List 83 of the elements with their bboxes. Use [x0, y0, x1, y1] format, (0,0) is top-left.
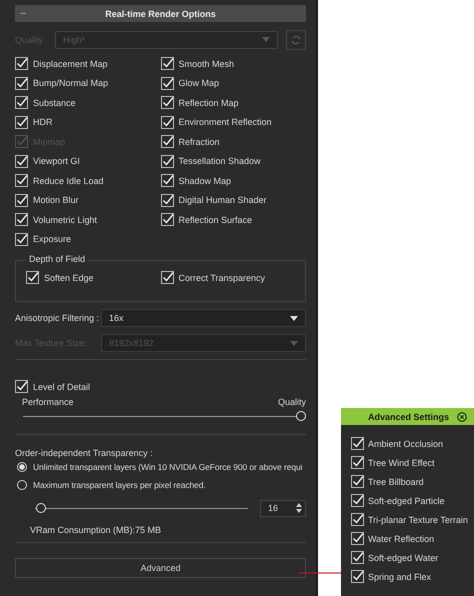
checkbox[interactable] — [15, 76, 28, 90]
checkbox[interactable] — [160, 271, 174, 284]
checkbox[interactable] — [351, 475, 364, 488]
slider-thumb[interactable] — [296, 410, 306, 420]
section-title: Real-time Render Options — [105, 8, 217, 18]
checkbox[interactable] — [26, 271, 39, 284]
slider-thumb[interactable] — [36, 502, 46, 512]
option-label: Substance — [33, 98, 76, 108]
option-label: Tree Billboard — [368, 476, 424, 486]
checkbox[interactable] — [15, 232, 28, 246]
checkbox[interactable] — [15, 380, 28, 394]
option-label: Spring and Flex — [368, 572, 432, 582]
close-icon[interactable] — [457, 412, 467, 422]
option-label: Bump/Normal Map — [33, 78, 108, 88]
slider-min-label: Performance — [22, 396, 74, 406]
checkbox[interactable] — [351, 456, 364, 469]
option-label: Refraction — [178, 136, 220, 147]
option-label: Water Reflection — [368, 534, 434, 544]
option-label: Glow Map — [178, 78, 220, 88]
option-label: Reduce Idle Load — [33, 176, 104, 186]
option-label: Tri-planar Texture Terrain — [368, 514, 468, 524]
option-label: Shadow Map — [178, 176, 232, 186]
option-label: Reflection Surface — [178, 214, 252, 225]
collapse-icon[interactable]: − — [20, 8, 30, 20]
checkbox[interactable] — [160, 76, 174, 90]
option-label: Ambient Occlusion — [368, 438, 444, 448]
checkbox[interactable] — [160, 174, 174, 188]
caret-icon — [290, 316, 298, 320]
reset-icon — [290, 34, 302, 46]
checkbox[interactable] — [15, 57, 28, 70]
radio-button[interactable] — [17, 480, 27, 490]
checkbox[interactable] — [351, 437, 364, 450]
option-label: Viewport GI — [33, 156, 80, 166]
option-label: Level of Detail — [33, 382, 90, 392]
checkbox[interactable] — [160, 194, 174, 207]
option-label: Volumetric Light — [33, 214, 98, 225]
layers-spinbox[interactable]: 16 — [260, 500, 306, 516]
option-label: Soft-edged Particle — [368, 496, 445, 506]
checkbox[interactable] — [160, 116, 174, 129]
option-label: Unlimited transparent layers (Win 10 NVIDIA GeForce 900 or above requi — [33, 462, 302, 472]
option-label: Exposure — [33, 234, 72, 244]
advanced-button[interactable]: Advanced — [15, 558, 306, 578]
checkbox[interactable] — [15, 194, 28, 207]
checkbox[interactable] — [160, 135, 174, 148]
caret-icon — [290, 340, 298, 346]
checkbox[interactable] — [160, 96, 174, 110]
caret-icon — [262, 37, 270, 42]
option-label: Correct Transparency — [178, 272, 266, 283]
anisotropic-filtering-dropdown[interactable]: 16x — [101, 309, 306, 327]
checkbox[interactable] — [15, 174, 28, 188]
option-label: Reflection Map — [178, 98, 239, 108]
checkbox[interactable] — [351, 513, 364, 526]
checkbox[interactable] — [351, 532, 364, 545]
oit-title: Order-independent Transparency : — [15, 448, 154, 458]
option-label: Tree Wind Effect — [368, 458, 435, 468]
option-label: Environment Reflection — [178, 117, 272, 128]
checkbox[interactable] — [160, 57, 174, 70]
slider-max-label: Quality — [278, 396, 306, 406]
checkbox[interactable] — [15, 116, 28, 129]
checkbox[interactable] — [351, 494, 364, 507]
group-title: Depth of Field — [26, 254, 88, 264]
option-label: Motion Blur — [33, 195, 79, 206]
section-header[interactable]: − Real-time Render Options — [15, 5, 306, 22]
checkbox[interactable] — [15, 96, 28, 110]
checkbox[interactable] — [15, 154, 28, 168]
panel-title: Advanced Settings — [368, 412, 450, 422]
anisotropic-filtering-label: Anisotropic Filtering : — [15, 313, 100, 323]
checkbox[interactable] — [160, 154, 174, 168]
checkbox[interactable] — [351, 570, 364, 583]
option-label: Maximum transparent layers per pixel reached. — [33, 480, 206, 490]
checkbox[interactable] — [15, 213, 28, 226]
checkbox[interactable] — [160, 213, 174, 226]
option-label: Soft-edged Water — [368, 552, 438, 562]
checkbox[interactable] — [351, 551, 364, 564]
option-label: Digital Human Shader — [178, 195, 267, 206]
option-label: Displacement Map — [33, 58, 108, 69]
option-label: Smooth Mesh — [178, 58, 234, 69]
option-label: Tessellation Shadow — [178, 156, 261, 166]
spin-arrows-icon[interactable] — [296, 502, 302, 514]
vram-consumption: VRam Consumption (MB):75 MB — [30, 524, 162, 534]
option-label: HDR — [33, 117, 52, 128]
option-label: Soften Edge — [44, 272, 94, 283]
radio-button[interactable] — [17, 462, 27, 472]
